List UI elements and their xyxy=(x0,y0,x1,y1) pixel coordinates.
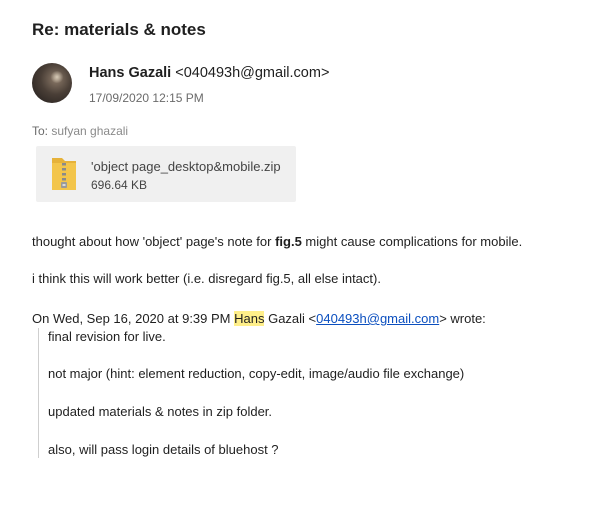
email-date: 17/09/2020 12:15 PM xyxy=(89,91,204,105)
quote-header-prefix: On Wed, Sep 16, 2020 at 9:39 PM xyxy=(32,311,235,326)
to-label: To: xyxy=(32,124,49,138)
quote-email-link[interactable]: 040493h@gmail.com xyxy=(316,311,439,326)
quote-header: On Wed, Sep 16, 2020 at 9:39 PM Hans Gaz… xyxy=(32,311,486,326)
quote-line-1: final revision for live. xyxy=(48,329,166,344)
email-subject: Re: materials & notes xyxy=(32,20,206,39)
quote-line-2: not major (hint: element reduction, copy… xyxy=(48,366,465,381)
search-highlight: Hans xyxy=(234,311,265,326)
attachment-filename[interactable]: 'object page_desktop&mobile.zip xyxy=(91,159,281,174)
sender-line: Hans Gazali <040493h@gmail.com> xyxy=(89,65,329,81)
sender-email[interactable]: <040493h@gmail.com> xyxy=(175,65,329,81)
body-paragraph-1: thought about how 'object' page's note f… xyxy=(32,234,522,249)
sender-name[interactable]: Hans Gazali xyxy=(89,65,171,81)
attachment-card[interactable]: 'object page_desktop&mobile.zip 696.64 K… xyxy=(36,146,296,202)
attachment-size: 696.64 KB xyxy=(91,178,148,192)
zip-folder-icon xyxy=(52,158,76,190)
body-p1-before: thought about how 'object' page's note f… xyxy=(32,234,276,249)
quote-header-mid: Gazali < xyxy=(264,311,317,326)
quote-bar xyxy=(38,328,39,458)
recipient-name[interactable]: sufyan ghazali xyxy=(51,124,128,138)
quote-line-4: also, will pass login details of bluehos… xyxy=(48,442,279,457)
body-paragraph-2: i think this will work better (i.e. disr… xyxy=(32,271,381,286)
body-p1-bold: fig.5 xyxy=(275,234,302,249)
quote-header-suffix: > wrote: xyxy=(439,311,486,326)
to-line: To: sufyan ghazali xyxy=(32,124,128,138)
quote-line-3: updated materials & notes in zip folder. xyxy=(48,404,273,419)
body-p1-after: might cause complications for mobile. xyxy=(301,234,523,249)
sender-avatar xyxy=(32,63,72,103)
